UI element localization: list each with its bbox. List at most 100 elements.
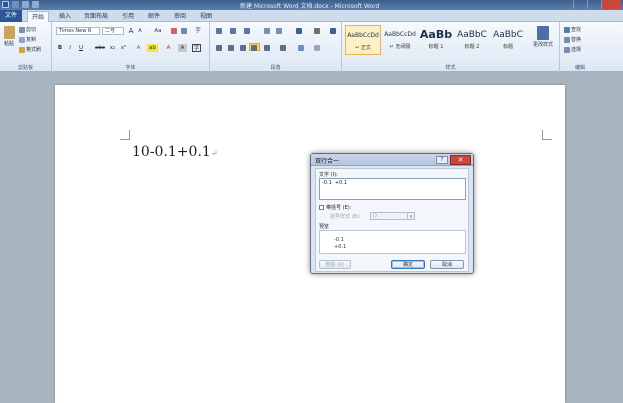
style-name: 标题 1 [428, 44, 444, 50]
clear-format-button[interactable] [170, 27, 178, 35]
cut-button[interactable]: 剪切 [19, 26, 36, 33]
multilevel-icon [243, 27, 250, 34]
line-spacing-button[interactable] [278, 44, 288, 52]
font-group: Times New R 二号 A A Aa 字 B I U abc x₂ x² … [52, 22, 210, 72]
word-app-icon[interactable] [2, 1, 9, 8]
show-marks-button[interactable] [328, 27, 338, 35]
redo-icon[interactable] [32, 1, 39, 8]
bullets-button[interactable] [214, 27, 224, 35]
help-button[interactable]: ? [436, 156, 448, 164]
tab-file[interactable]: 文件 [0, 10, 22, 22]
char-border-button[interactable]: 字 [192, 44, 201, 52]
ok-button[interactable]: 确定 [391, 260, 425, 269]
undo-icon[interactable] [22, 1, 29, 8]
style-title[interactable]: AaBbC 标题 [490, 25, 526, 55]
indent-icon [275, 27, 282, 34]
tab-page-layout[interactable]: 页面布局 [80, 11, 112, 22]
tab-review[interactable]: 审阅 [170, 11, 190, 22]
align-right-button[interactable] [238, 44, 248, 52]
text-effects-button[interactable]: A [134, 44, 143, 52]
find-button[interactable]: 查找 [564, 26, 581, 33]
chinese-layout-icon [295, 27, 302, 34]
superscript-button[interactable]: x² [119, 44, 128, 52]
tab-mailings[interactable]: 邮件 [144, 11, 164, 22]
paste-button[interactable]: 粘贴 [2, 26, 16, 47]
subscript-button[interactable]: x₂ [108, 44, 117, 52]
underline-button[interactable]: U [77, 44, 85, 52]
style-sample: AaBb [419, 28, 453, 41]
decrease-indent-button[interactable] [262, 27, 272, 35]
minimize-button[interactable] [573, 0, 587, 9]
shrink-font-button[interactable]: A [136, 27, 144, 35]
select-button[interactable]: 选择 [564, 46, 581, 53]
style-heading-2[interactable]: AaBbC 标题 2 [454, 25, 490, 55]
align-center-button[interactable] [226, 44, 236, 52]
bracket-style-value: () [373, 213, 377, 219]
change-case-button[interactable]: Aa [152, 27, 164, 35]
justify-icon [251, 44, 257, 51]
brackets-checkbox[interactable] [319, 205, 324, 210]
tab-view[interactable]: 视图 [196, 11, 216, 22]
grow-font-button[interactable]: A [127, 27, 135, 35]
delete-button[interactable]: 删除 (R) [319, 260, 351, 269]
combine-lines-dialog: 双行合一 ? ✕ 文字 (I): -0.1 +0.1 带括号 (E): 括号样式… [310, 153, 474, 274]
style-heading-1[interactable]: AaBb 标题 1 [418, 25, 454, 55]
font-name-dropdown[interactable]: Times New R [56, 27, 100, 35]
line-spacing-icon [279, 44, 286, 51]
close-window-button[interactable] [601, 0, 621, 9]
style-no-spacing[interactable]: AaBbCcDd ↵ 无间隔 [382, 25, 418, 55]
paint-bucket-icon [297, 44, 304, 51]
brush-icon [19, 46, 25, 53]
shading-button[interactable] [296, 44, 306, 52]
highlight-button[interactable]: ab [147, 44, 158, 52]
align-left-icon [215, 44, 222, 51]
font-size-dropdown[interactable]: 二号 [102, 27, 124, 35]
text-input[interactable]: -0.1 +0.1 [319, 178, 466, 200]
multilevel-list-button[interactable] [242, 27, 252, 35]
sort-button[interactable] [312, 27, 322, 35]
distribute-button[interactable] [262, 44, 272, 52]
change-styles-button[interactable]: 更改样式 [528, 26, 558, 48]
copy-button[interactable]: 复制 [19, 36, 36, 43]
outdent-icon [263, 27, 270, 34]
numbering-button[interactable] [228, 27, 238, 35]
justify-button[interactable] [249, 43, 260, 51]
bracket-style-select[interactable]: () ▼ [370, 212, 415, 220]
increase-indent-button[interactable] [274, 27, 284, 35]
italic-button[interactable]: I [66, 44, 74, 52]
ribbon-tabs: 文件 开始 插入 页面布局 引用 邮件 审阅 视图 [0, 10, 623, 22]
tab-references[interactable]: 引用 [118, 11, 138, 22]
equation-text: 10-0.1+0.1 [132, 144, 211, 160]
distribute-icon [263, 44, 270, 51]
bold-button[interactable]: B [56, 44, 64, 52]
font-color-button[interactable]: A [164, 44, 173, 52]
strikethrough-button[interactable]: abc [94, 44, 106, 52]
crop-mark-top-left [120, 130, 130, 140]
dialog-title: 双行合一 [315, 158, 340, 165]
style-normal[interactable]: AaBbCcDd ↵ 正文 [345, 25, 381, 55]
text-input-value: -0.1 +0.1 [322, 180, 348, 186]
dropdown-arrow-icon: ▼ [407, 213, 414, 220]
document-text[interactable]: 10-0.1+0.1↵ [132, 144, 218, 160]
tab-insert[interactable]: 插入 [55, 11, 75, 22]
chinese-layout-button[interactable] [294, 27, 304, 35]
copy-label: 复制 [26, 37, 37, 43]
cancel-button[interactable]: 取消 [430, 260, 464, 269]
enclose-chars-button[interactable]: 字 [192, 27, 204, 35]
align-left-button[interactable] [214, 44, 224, 52]
format-painter-button[interactable]: 格式刷 [19, 46, 41, 53]
format-painter-label: 格式刷 [26, 47, 42, 53]
replace-button[interactable]: 替换 [564, 36, 581, 43]
phonetic-guide-button[interactable] [180, 27, 188, 35]
dialog-close-button[interactable]: ✕ [450, 155, 471, 165]
replace-icon [564, 36, 570, 43]
scissors-icon [19, 26, 25, 33]
save-icon[interactable] [12, 1, 19, 8]
maximize-button[interactable] [587, 0, 601, 9]
borders-button[interactable] [312, 44, 322, 52]
char-shading-button[interactable]: A [178, 44, 187, 52]
styles-group-label: 样式 [445, 65, 456, 71]
tab-home[interactable]: 开始 [27, 11, 50, 22]
text-label: 文字 (I): [319, 172, 338, 178]
style-name: 标题 [502, 44, 513, 50]
